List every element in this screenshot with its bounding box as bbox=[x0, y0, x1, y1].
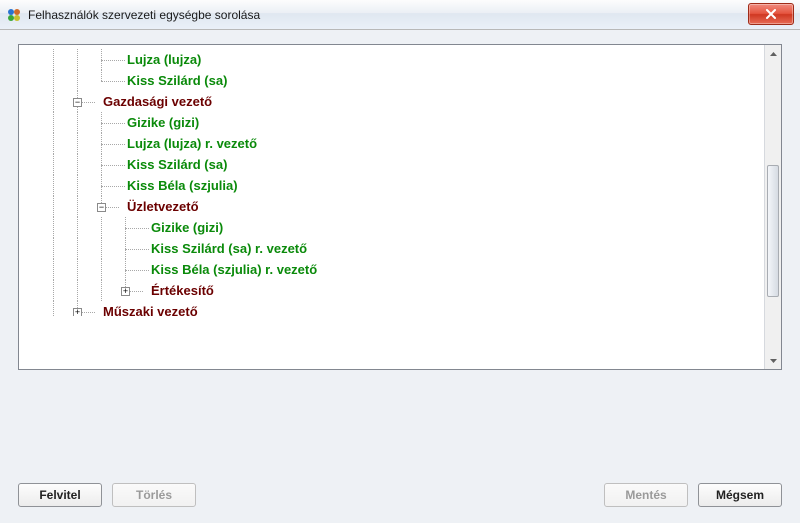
tree-item-label: Lujza (lujza) r. vezető bbox=[125, 133, 259, 154]
org-tree-panel: Lujza (lujza)Kiss Szilárd (sa)−Gazdasági… bbox=[18, 44, 782, 370]
tree-group-label: Üzletvezető bbox=[125, 196, 201, 217]
org-tree[interactable]: Lujza (lujza)Kiss Szilárd (sa)−Gazdasági… bbox=[19, 45, 764, 369]
close-icon bbox=[765, 9, 777, 19]
tree-item-row[interactable]: Kiss Béla (szjulia) bbox=[23, 175, 764, 196]
tree-item-label: Kiss Béla (szjulia) bbox=[125, 175, 240, 196]
window-title: Felhasználók szervezeti egységbe sorolás… bbox=[28, 8, 260, 22]
tree-item-row[interactable]: Kiss Szilárd (sa) bbox=[23, 154, 764, 175]
expand-icon[interactable]: + bbox=[73, 308, 82, 317]
scroll-down-arrow-icon[interactable] bbox=[765, 352, 781, 369]
tree-item-row[interactable]: Kiss Szilárd (sa) bbox=[23, 70, 764, 91]
tree-item-label: Gizike (gizi) bbox=[125, 112, 201, 133]
scroll-up-arrow-icon[interactable] bbox=[765, 45, 781, 62]
tree-group-row[interactable]: + Értékesítő bbox=[23, 280, 764, 301]
tree-item-label: Kiss Béla (szjulia) r. vezető bbox=[149, 259, 319, 280]
tree-item-label: Kiss Szilárd (sa) r. vezető bbox=[149, 238, 309, 259]
tree-item-row[interactable]: Kiss Szilárd (sa) r. vezető bbox=[23, 238, 764, 259]
tree-group-label: Műszaki vezető bbox=[101, 301, 200, 316]
tree-group-label: Értékesítő bbox=[149, 280, 216, 301]
tree-item-label: Kiss Szilárd (sa) bbox=[125, 70, 229, 91]
expand-icon[interactable]: + bbox=[121, 287, 130, 296]
vertical-scrollbar[interactable] bbox=[764, 45, 781, 369]
tree-item-label: Kiss Szilárd (sa) bbox=[125, 154, 229, 175]
mentes-button[interactable]: Mentés bbox=[604, 483, 688, 507]
tree-item-row[interactable]: Gizike (gizi) bbox=[23, 112, 764, 133]
felvitel-button[interactable]: Felvitel bbox=[18, 483, 102, 507]
tree-item-row[interactable]: Lujza (lujza) bbox=[23, 49, 764, 70]
tree-group-row[interactable]: + Műszaki vezető bbox=[23, 301, 764, 316]
titlebar: Felhasználók szervezeti egységbe sorolás… bbox=[0, 0, 800, 30]
scrollbar-thumb[interactable] bbox=[767, 165, 779, 297]
tree-item-row[interactable]: Lujza (lujza) r. vezető bbox=[23, 133, 764, 154]
app-icon bbox=[6, 7, 22, 23]
tree-item-label: Lujza (lujza) bbox=[125, 49, 203, 70]
megsem-button[interactable]: Mégsem bbox=[698, 483, 782, 507]
torles-button[interactable]: Törlés bbox=[112, 483, 196, 507]
tree-group-row[interactable]: − Gazdasági vezető bbox=[23, 91, 764, 112]
button-bar: Felvitel Törlés Mentés Mégsem bbox=[18, 483, 782, 509]
close-button[interactable] bbox=[748, 3, 794, 25]
tree-item-row[interactable]: Kiss Béla (szjulia) r. vezető bbox=[23, 259, 764, 280]
tree-item-label: Gizike (gizi) bbox=[149, 217, 225, 238]
tree-item-row[interactable]: Gizike (gizi) bbox=[23, 217, 764, 238]
collapse-icon[interactable]: − bbox=[97, 203, 106, 212]
tree-group-row[interactable]: − Üzletvezető bbox=[23, 196, 764, 217]
client-area: Lujza (lujza)Kiss Szilárd (sa)−Gazdasági… bbox=[0, 30, 800, 523]
collapse-icon[interactable]: − bbox=[73, 98, 82, 107]
tree-group-label: Gazdasági vezető bbox=[101, 91, 214, 112]
